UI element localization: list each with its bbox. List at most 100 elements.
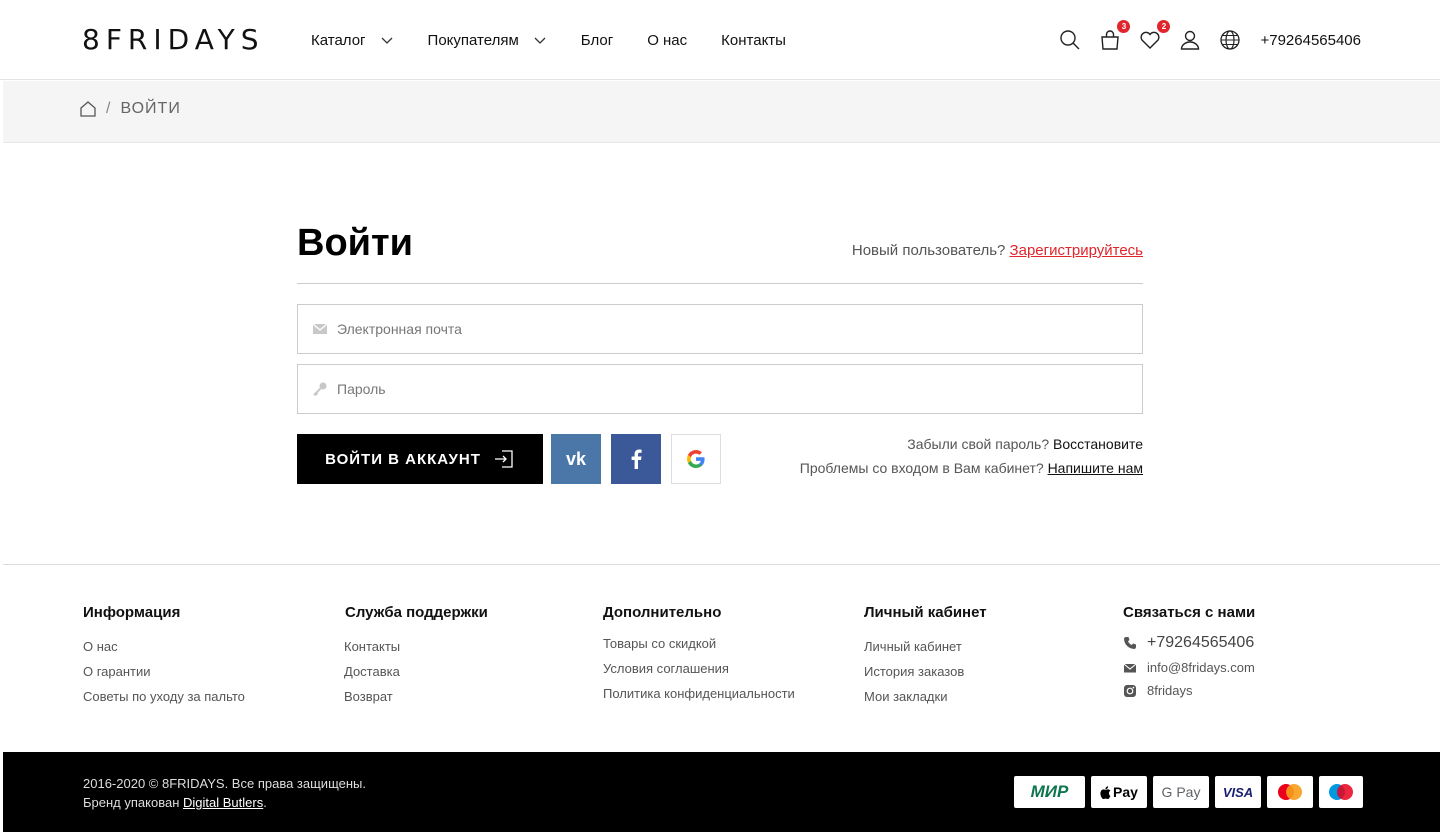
visa-logo: VISA	[1215, 776, 1261, 808]
logo[interactable]: 8FRIDAYS	[82, 26, 265, 54]
contact-us-link[interactable]: Напишите нам	[1048, 460, 1143, 476]
sign-in-icon	[494, 450, 513, 468]
payment-methods: МИР Pay G Pay VISA	[1008, 776, 1363, 808]
footer-link[interactable]: Условия соглашения	[603, 661, 795, 676]
footer-col-title: Информация	[83, 604, 181, 621]
footer-link[interactable]: Возврат	[344, 689, 488, 704]
chevron-down-icon	[534, 37, 546, 44]
footer-col-extra: Дополнительно Товары со скидкой Условия …	[603, 604, 795, 711]
nav-blog[interactable]: Блог	[581, 32, 613, 49]
user-icon	[1181, 30, 1200, 50]
footer-link[interactable]: Мои закладки	[864, 689, 987, 704]
site-header: 8FRIDAYS Каталог Покупателям Блог О нас …	[0, 0, 1440, 80]
copyright: 2016-2020 © 8FRIDAYS. Все права защищены…	[83, 774, 366, 812]
nav-catalog[interactable]: Каталог	[311, 32, 394, 49]
facebook-icon	[631, 449, 642, 469]
password-field[interactable]	[297, 364, 1143, 414]
footer-col-title: Связаться с нами	[1123, 604, 1256, 621]
mastercard-logo	[1267, 776, 1313, 808]
footer-instagram-text: 8fridays	[1147, 683, 1193, 698]
cart-count-badge: 3	[1117, 20, 1131, 33]
restore-password-link[interactable]: Восстановите	[1053, 436, 1143, 452]
breadcrumb-bar: / ВОЙТИ	[3, 81, 1440, 143]
maestro-icon	[1329, 784, 1353, 800]
footer-col-title: Служба поддержки	[345, 604, 488, 621]
footer-phone[interactable]: +79264565406	[1123, 634, 1255, 652]
nav-catalog-label: Каталог	[311, 31, 366, 49]
wishlist-button[interactable]: 2	[1138, 20, 1171, 52]
key-icon	[313, 382, 327, 396]
footer-col-support: Служба поддержки Контакты Доставка Возвр…	[344, 604, 488, 714]
facebook-login-button[interactable]	[611, 434, 661, 484]
phone-icon	[1124, 637, 1136, 649]
footer-email-text: info@8fridays.com	[1147, 660, 1255, 675]
footer-bottom-bar: 2016-2020 © 8FRIDAYS. Все права защищены…	[3, 752, 1440, 832]
mir-logo: МИР	[1014, 776, 1085, 808]
nav-about[interactable]: О нас	[647, 32, 687, 49]
footer-link[interactable]: Личный кабинет	[864, 639, 987, 654]
copyright-text: 2016-2020 © 8FRIDAYS. Все права защищены…	[83, 776, 366, 791]
footer-col-account: Личный кабинет Личный кабинет История за…	[864, 604, 987, 714]
footer-link[interactable]: О нас	[83, 639, 245, 654]
nav-about-label: О нас	[647, 31, 688, 49]
language-button[interactable]	[1218, 28, 1242, 52]
login-button[interactable]: ВОЙТИ В АККАУНТ	[297, 434, 543, 484]
footer-email[interactable]: info@8fridays.com	[1123, 660, 1255, 675]
footer-col-title: Дополнительно	[603, 604, 722, 621]
footer-instagram[interactable]: 8fridays	[1123, 683, 1255, 698]
chevron-down-icon	[381, 37, 392, 44]
footer-link[interactable]: Политика конфиденциальности	[603, 686, 795, 701]
footer-col-contact: Связаться с нами +79264565406 info@8frid…	[1123, 604, 1255, 706]
breadcrumb-current: ВОЙТИ	[120, 100, 181, 117]
login-button-label: ВОЙТИ В АККАУНТ	[325, 450, 481, 468]
vk-login-button[interactable]: vk	[551, 434, 601, 484]
breadcrumb-separator: /	[106, 100, 111, 117]
main-nav: Каталог Покупателям Блог О нас Контакты	[311, 0, 820, 80]
home-icon[interactable]	[79, 100, 97, 118]
register-link[interactable]: Зарегистрируйтесь	[1010, 242, 1143, 259]
cart-button[interactable]: 3	[1098, 20, 1131, 52]
google-login-button[interactable]	[671, 434, 721, 484]
search-icon	[1060, 30, 1080, 50]
footer-link[interactable]: Контакты	[344, 639, 488, 654]
nav-contacts-label: Контакты	[721, 31, 786, 49]
envelope-icon	[312, 323, 328, 334]
vk-icon: vk	[565, 448, 587, 469]
new-user-prompt: Новый пользователь? Зарегистрируйтесь	[852, 242, 1143, 259]
problems-row: Проблемы со входом в Вам кабинет? Напиши…	[800, 456, 1143, 480]
header-phone[interactable]: +79264565406	[1260, 32, 1361, 49]
footer-link[interactable]: Товары со скидкой	[603, 636, 795, 651]
nav-blog-label: Блог	[580, 31, 614, 49]
apple-icon	[1100, 785, 1111, 799]
apple-pay-logo: Pay	[1091, 776, 1147, 808]
search-button[interactable]	[1058, 28, 1082, 52]
nav-customers[interactable]: Покупателям	[428, 32, 547, 49]
google-pay-logo: G Pay	[1153, 776, 1209, 808]
account-button[interactable]	[1178, 28, 1202, 52]
login-form: Войти Новый пользователь? Зарегистрируйт…	[297, 220, 1143, 484]
footer-link[interactable]: История заказов	[864, 664, 987, 679]
help-links: Забыли свой пароль? Восстановите Проблем…	[800, 432, 1143, 480]
email-field[interactable]	[297, 304, 1143, 354]
forgot-row: Забыли свой пароль? Восстановите	[800, 432, 1143, 456]
nav-contacts[interactable]: Контакты	[721, 32, 786, 49]
password-input[interactable]	[337, 365, 1142, 413]
footer-link[interactable]: О гарантии	[83, 664, 245, 679]
footer-divider	[3, 564, 1440, 565]
google-icon	[687, 450, 705, 468]
footer-phone-text: +79264565406	[1147, 634, 1255, 651]
email-input[interactable]	[337, 305, 1142, 353]
brand-credit: Бренд упакован Digital Butlers.	[83, 793, 366, 812]
maestro-logo	[1319, 776, 1363, 808]
nav-customers-label: Покупателям	[427, 31, 519, 49]
footer-col-title: Личный кабинет	[864, 604, 987, 621]
digital-butlers-link[interactable]: Digital Butlers	[183, 795, 263, 810]
envelope-icon	[1123, 663, 1137, 672]
apple-pay-text: Pay	[1113, 784, 1138, 800]
brand-text: Бренд упакован	[83, 795, 180, 810]
mastercard-icon	[1278, 784, 1302, 800]
wishlist-count-badge: 2	[1157, 20, 1171, 33]
instagram-icon	[1124, 684, 1136, 697]
footer-link[interactable]: Советы по уходу за пальто	[83, 689, 245, 704]
footer-link[interactable]: Доставка	[344, 664, 488, 679]
